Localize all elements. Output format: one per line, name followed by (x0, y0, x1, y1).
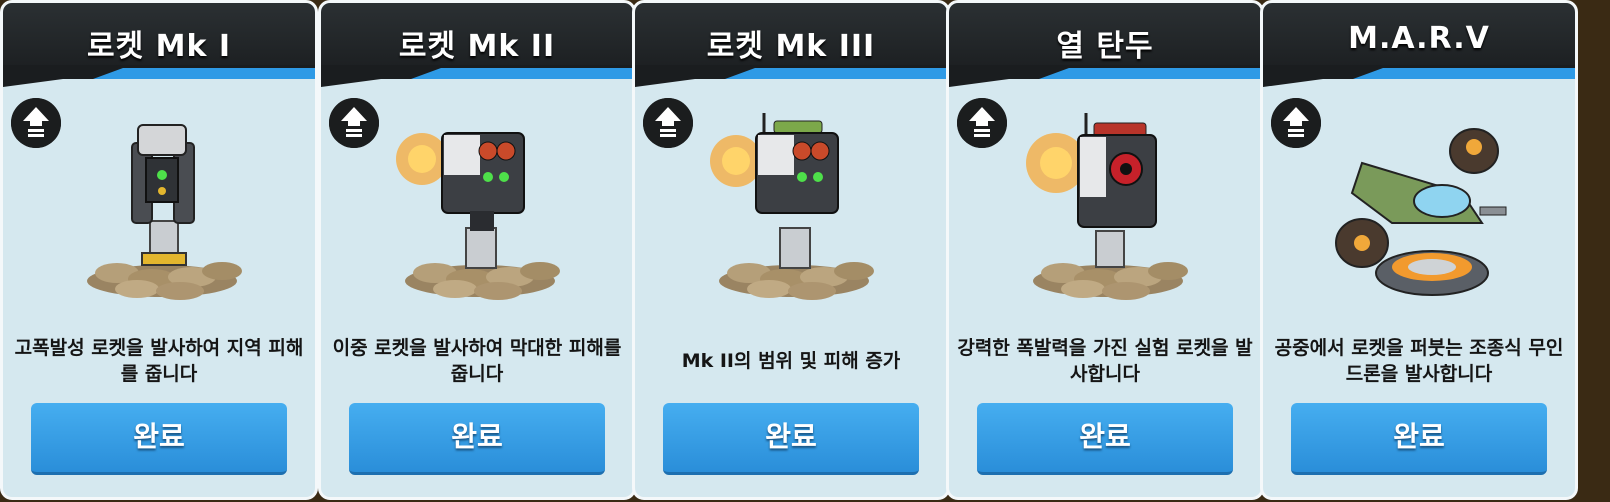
upgrade-card-heat-warhead: 열 탄두 강력한 폭발력을 가진 실험 로켓을 발사합니다 완료 (946, 0, 1264, 500)
upgrade-arrow-icon (11, 98, 61, 148)
card-description: 강력한 폭발력을 가진 실험 로켓을 발사합니다 (957, 337, 1253, 385)
done-button[interactable]: 완료 (977, 403, 1233, 475)
upgrade-card-marv: M.A.R.V 공중에서 로켓을 퍼붓는 조종식 무인 드론을 발사합니다 완료 (1260, 0, 1578, 500)
card-title: 로켓 Mk II (398, 29, 556, 64)
card-title: 로켓 Mk I (86, 29, 232, 64)
rocket-mk3-turret-image (710, 113, 874, 300)
card-title: 열 탄두 (1056, 29, 1154, 64)
rocket-mk2-turret-image (396, 132, 560, 300)
done-button[interactable]: 완료 (31, 403, 287, 475)
header-stripe (949, 65, 1261, 93)
card-title: 로켓 Mk III (706, 29, 876, 64)
rocket-mk1-turret-image (87, 124, 242, 300)
card-description: 고폭발성 로켓을 발사하여 지역 피해를 줍니다 (14, 337, 304, 385)
card-title: M.A.R.V (1348, 21, 1490, 56)
done-button[interactable]: 완료 (1291, 403, 1547, 475)
upgrade-card-row: 로켓 Mk I 고폭발성 로켓을 발사하여 지역 피해를 줍니다 완료 로켓 M… (0, 0, 1610, 502)
upgrade-arrow-icon (957, 98, 1007, 148)
upgrade-arrow-icon (329, 98, 379, 148)
upgrade-arrow-icon (1271, 98, 1321, 148)
heat-warhead-turret-image (1026, 113, 1188, 300)
card-description: Mk II의 범위 및 피해 증가 (681, 350, 901, 372)
done-button[interactable]: 완료 (349, 403, 605, 475)
card-description: 이중 로켓을 발사하여 막대한 피해를 줍니다 (332, 337, 622, 385)
header-stripe (3, 65, 315, 93)
upgrade-card-rocket-mk3: 로켓 Mk III Mk II의 범위 및 피해 증가 완료 (632, 0, 950, 500)
header-stripe (321, 65, 633, 93)
marv-drone-image (1335, 128, 1507, 296)
header-stripe (1263, 65, 1575, 93)
upgrade-card-rocket-mk1: 로켓 Mk I 고폭발성 로켓을 발사하여 지역 피해를 줍니다 완료 (0, 0, 318, 500)
done-button[interactable]: 완료 (663, 403, 919, 475)
header-stripe (635, 65, 947, 93)
card-description: 공중에서 로켓을 퍼붓는 조종식 무인 드론을 발사합니다 (1274, 337, 1564, 385)
upgrade-arrow-icon (643, 98, 693, 148)
upgrade-card-rocket-mk2: 로켓 Mk II 이중 로켓을 발사하여 막대한 피해를 줍니다 완료 (318, 0, 636, 500)
